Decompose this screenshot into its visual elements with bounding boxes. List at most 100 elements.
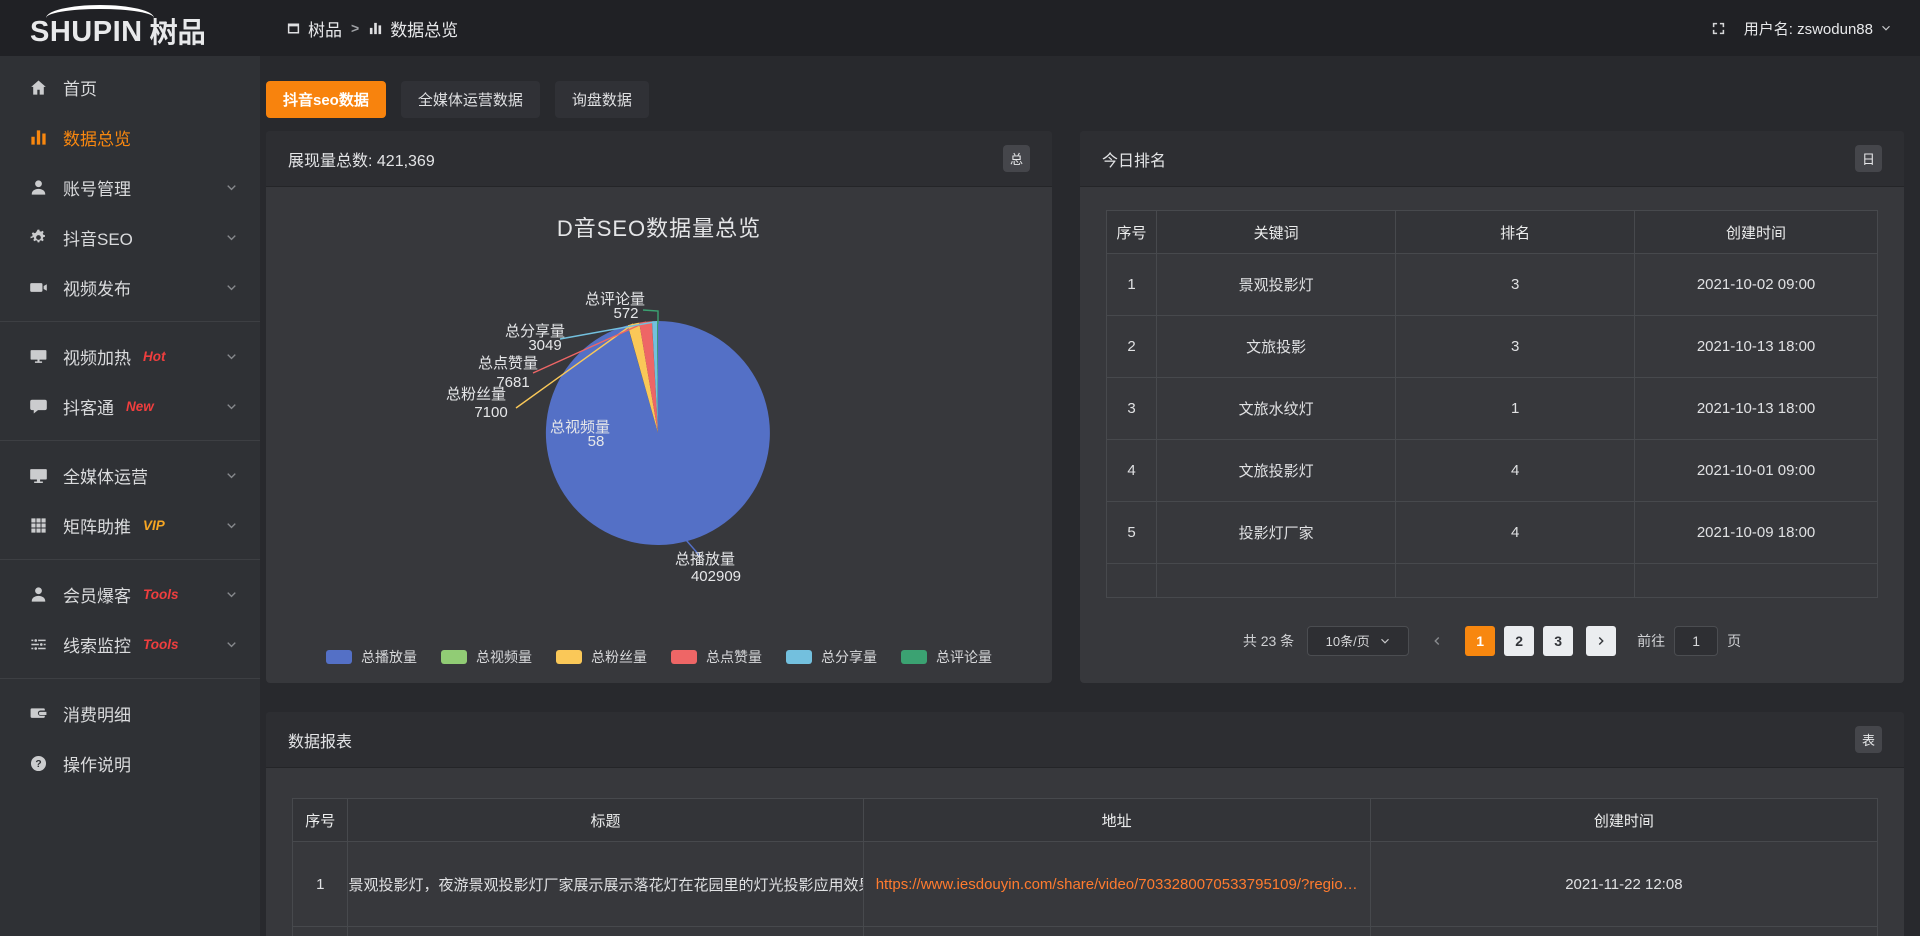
report-url-cell: https://www.iesdouyin.com/share/video/70… [863, 842, 1370, 927]
legend-item[interactable]: 总粉丝量 [556, 647, 647, 667]
report-corner-badge[interactable]: 表 [1855, 726, 1882, 753]
page-button-2[interactable]: 2 [1504, 626, 1534, 656]
sidebar-item-member-burst[interactable]: 会员爆客Tools [0, 569, 260, 619]
breadcrumb-current[interactable]: 数据总览 [368, 16, 458, 41]
legend-item[interactable]: 总播放量 [326, 647, 417, 667]
topbar-right: 用户名: zswodun88 [1710, 18, 1920, 39]
bar-chart-icon [368, 21, 383, 36]
sidebar-item-matrix-boost[interactable]: 矩阵助推 VIP [0, 500, 260, 550]
ranking-panel: 今日排名 日 序号关键词排名创建时间1景观投影灯32021-10-02 09:0… [1080, 131, 1904, 683]
chevron-down-icon [225, 588, 238, 601]
ranking-corner-badge[interactable]: 日 [1855, 145, 1882, 172]
legend-swatch [556, 650, 582, 664]
sidebar: 首页数据总览账号管理抖音SEO 视频发布视频加热Hot 抖客通 New 全媒体运营矩阵助… [0, 56, 260, 936]
table-row-empty [1107, 564, 1878, 598]
legend-item[interactable]: 总分享量 [786, 647, 877, 667]
app-logo[interactable]: SHUPIN 树品 [0, 0, 256, 56]
column-header: 地址 [863, 799, 1370, 842]
menu-label: 抖客通 [63, 394, 114, 419]
breadcrumb: 树品 > 数据总览 [286, 16, 458, 41]
prev-page-button[interactable] [1422, 626, 1452, 656]
ranking-panel-title: 今日排名 [1102, 147, 1166, 171]
menu-label: 全媒体运营 [63, 463, 148, 488]
menu-label: 线索监控 [63, 632, 131, 657]
chevron-left-icon [1431, 635, 1443, 647]
sidebar-item-help[interactable]: ?操作说明 [0, 738, 260, 788]
column-header: 序号 [293, 799, 348, 842]
chevron-down-icon [225, 469, 238, 482]
menu-badge: Tools [143, 587, 179, 602]
grid-icon [29, 516, 48, 535]
sidebar-item-video-heat[interactable]: 视频加热Hot [0, 331, 260, 381]
user-menu[interactable]: 用户名: zswodun88 [1744, 18, 1892, 39]
ranking-panel-header: 今日排名 日 [1080, 131, 1904, 187]
legend-item[interactable]: 总视频量 [441, 647, 532, 667]
table-row: 1景观投影灯32021-10-02 09:00 [1107, 254, 1878, 316]
tab-inquiry-data[interactable]: 询盘数据 [555, 81, 649, 118]
sidebar-item-all-media[interactable]: 全媒体运营 [0, 450, 260, 500]
legend-item[interactable]: 总点赞量 [671, 647, 762, 667]
menu-label: 抖音SEO [63, 225, 133, 250]
column-header: 序号 [1107, 211, 1157, 254]
table-cell: 1 [293, 842, 348, 927]
home-icon [29, 78, 48, 97]
user-icon [29, 178, 48, 197]
menu-label: 矩阵助推 [63, 513, 131, 538]
overview-panel-header: 展现量总数: 421,369 总 [266, 131, 1052, 187]
overview-panel: 展现量总数: 421,369 总 D音SEO数据量总览 总播放量402909总视… [266, 131, 1052, 683]
sidebar-item-doukotong[interactable]: 抖客通 New [0, 381, 260, 431]
menu-badge: VIP [143, 518, 165, 533]
menu-label: 操作说明 [63, 751, 131, 776]
menu-label: 数据总览 [63, 125, 131, 150]
next-page-button[interactable] [1586, 626, 1616, 656]
table-cell: 4 [1396, 440, 1635, 502]
page-size-select[interactable]: 10条/页 [1307, 626, 1409, 656]
sidebar-item-clue-monitor[interactable]: 线索监控Tools [0, 619, 260, 669]
column-header: 关键词 [1157, 211, 1396, 254]
sidebar-divider [0, 440, 260, 441]
report-panel: 数据报表 表 序号标题地址创建时间1景观投影灯，夜游景观投影灯厂家展示展示落花灯… [266, 712, 1904, 936]
chevron-down-icon [225, 350, 238, 363]
sidebar-item-data-overview[interactable]: 数据总览 [0, 112, 260, 162]
breadcrumb-root[interactable]: 树品 [286, 16, 342, 41]
menu-badge: Hot [143, 349, 166, 364]
sliders-icon [29, 635, 48, 654]
menu-badge: New [126, 399, 154, 414]
table-cell: 投影灯厂家 [1157, 502, 1396, 564]
sidebar-item-consume-detail[interactable]: 消费明细 [0, 688, 260, 738]
pie-label: 7100 [474, 404, 507, 421]
legend-swatch [441, 650, 467, 664]
table-cell: 2021-10-01 09:00 [1635, 440, 1878, 502]
report-link[interactable]: https://www.iesdouyin.com/share/video/70… [876, 876, 1358, 893]
table-row: 2文旅投影32021-10-13 18:00 [1107, 316, 1878, 378]
menu-label: 视频发布 [63, 275, 131, 300]
tab-douyin-seo-data[interactable]: 抖音seo数据 [266, 81, 386, 118]
page-button-3[interactable]: 3 [1543, 626, 1573, 656]
legend-item[interactable]: 总评论量 [901, 647, 992, 667]
sidebar-item-account-manage[interactable]: 账号管理 [0, 162, 260, 212]
chevron-down-icon [225, 281, 238, 294]
goto-page: 前往 页 [1637, 626, 1741, 656]
chevron-down-icon [225, 519, 238, 532]
table-cell: 文旅水纹灯 [1157, 378, 1396, 440]
sidebar-item-douyin-seo[interactable]: 抖音SEO [0, 212, 260, 262]
page-buttons: 123 [1465, 626, 1573, 656]
table-row: 1景观投影灯，夜游景观投影灯厂家展示展示落花灯在花园里的灯光投影应用效果 #ht… [293, 842, 1878, 927]
sidebar-item-video-publish[interactable]: 视频发布 [0, 262, 260, 312]
main-content: 抖音seo数据全媒体运营数据询盘数据 展现量总数: 421,369 总 D音SE… [260, 56, 1920, 936]
menu-label: 首页 [63, 75, 97, 100]
fullscreen-icon[interactable] [1710, 20, 1727, 37]
legend-label: 总分享量 [821, 647, 877, 667]
overview-corner-badge[interactable]: 总 [1003, 145, 1030, 172]
pie-label: 总播放量 [675, 551, 735, 568]
goto-page-input[interactable] [1674, 626, 1718, 656]
sidebar-item-home[interactable]: 首页 [0, 62, 260, 112]
table-cell: 2021-10-13 18:00 [1635, 378, 1878, 440]
tab-all-media-data[interactable]: 全媒体运营数据 [401, 81, 540, 118]
table-cell: 3 [1396, 316, 1635, 378]
table-header-row: 序号标题地址创建时间 [293, 799, 1878, 842]
member-icon [29, 585, 48, 604]
chart-legend: 总播放量 总视频量 总粉丝量 总点赞量 总分享量 总评论量 [266, 647, 1052, 667]
page-button-1[interactable]: 1 [1465, 626, 1495, 656]
table-row: 5投影灯厂家42021-10-09 18:00 [1107, 502, 1878, 564]
